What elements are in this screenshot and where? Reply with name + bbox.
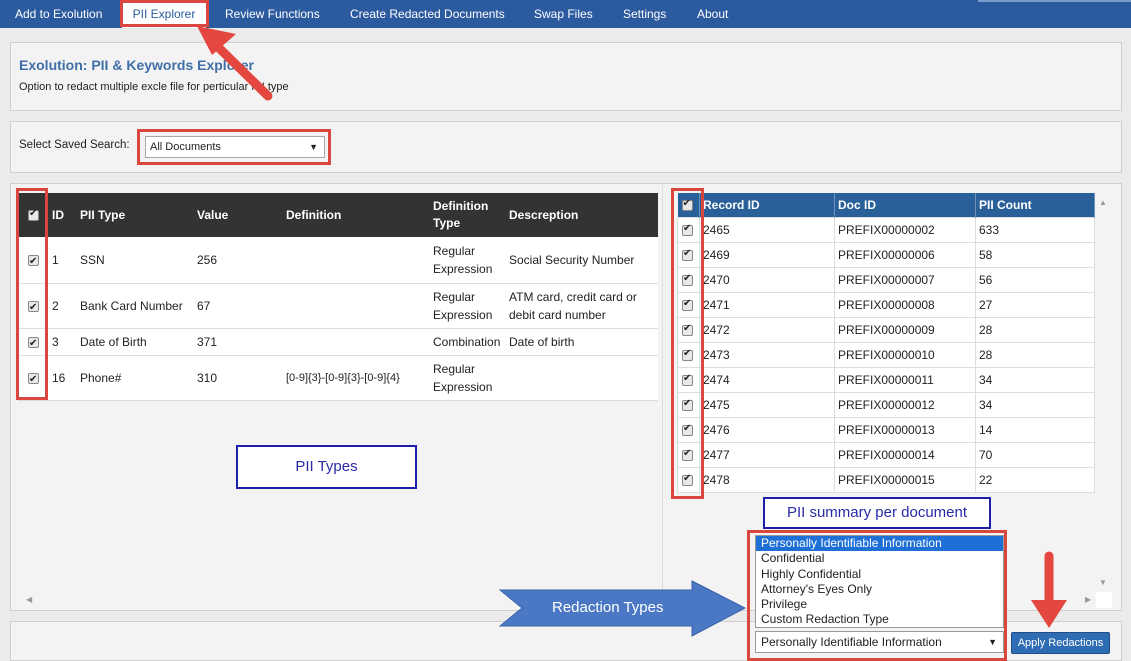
red-arrow-icon xyxy=(197,26,273,101)
annotation-arrows xyxy=(197,26,1067,637)
red-arrow-icon xyxy=(1031,551,1067,628)
annotation-redaction-types: Redaction Types xyxy=(552,599,664,616)
